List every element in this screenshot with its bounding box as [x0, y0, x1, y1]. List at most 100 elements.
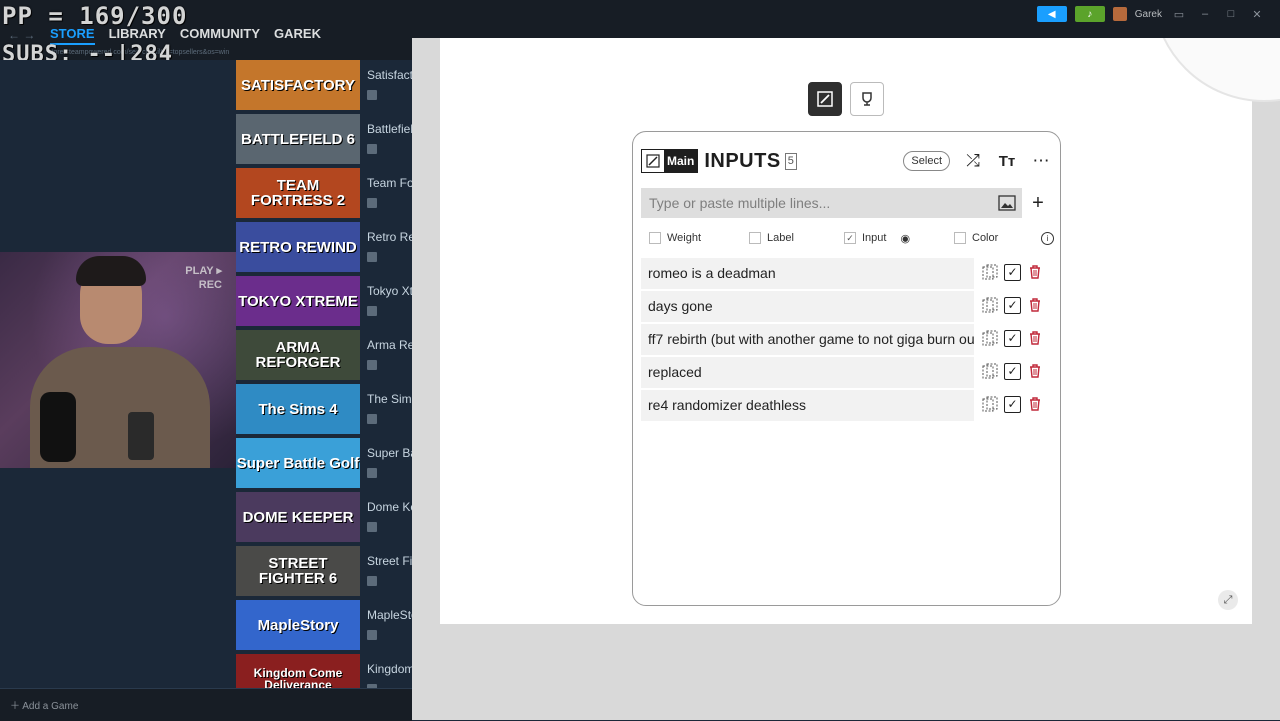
duplicate-icon[interactable]	[981, 395, 999, 413]
color-column-toggle[interactable]: Color	[954, 232, 998, 244]
trash-icon[interactable]	[1026, 263, 1044, 281]
duplicate-icon[interactable]	[981, 296, 999, 314]
eye-icon[interactable]: ◉	[900, 232, 910, 245]
minimize-icon[interactable]: –	[1196, 8, 1214, 20]
color-checkbox[interactable]	[954, 232, 966, 244]
input-checkbox[interactable]: ✓	[844, 232, 856, 244]
input-column-toggle[interactable]: ✓ Input ◉	[844, 232, 954, 245]
close-icon[interactable]: ✕	[1248, 8, 1266, 21]
enable-checkbox[interactable]: ✓	[1004, 263, 1021, 281]
webcam-rec-label: REC	[198, 279, 222, 291]
list-item[interactable]: Kingdom Come Deliverance Kingdom Come	[236, 654, 412, 688]
duplicate-icon[interactable]	[981, 329, 999, 347]
game-art: ARMA REFORGER	[236, 330, 360, 380]
back-forward-icon[interactable]: ← →	[8, 28, 35, 42]
game-name: Arma Reforger	[367, 338, 412, 352]
weight-checkbox[interactable]	[649, 232, 661, 244]
game-name: Kingdom Come	[367, 662, 412, 676]
list-item: re4 randomizer deathless ✓	[641, 390, 1054, 423]
shuffle-icon[interactable]: ⤮	[962, 151, 984, 171]
list-item[interactable]: SATISFACTORY Satisfactory	[236, 60, 412, 114]
game-art: DOME KEEPER	[236, 492, 360, 542]
game-art: TOKYO XTREME	[236, 276, 360, 326]
list-item: replaced ✓	[641, 357, 1054, 390]
enable-checkbox[interactable]: ✓	[1004, 329, 1021, 347]
list-item[interactable]: Super Battle Golf Super Battle Golf	[236, 438, 412, 492]
enable-checkbox[interactable]: ✓	[1004, 296, 1021, 314]
trash-icon[interactable]	[1026, 296, 1044, 314]
windows-icon	[367, 468, 377, 478]
label-column-toggle[interactable]: Label	[749, 232, 844, 244]
entry-list: romeo is a deadman ✓ days gone ✓ ff7 reb…	[641, 258, 1054, 423]
list-item[interactable]: STREET FIGHTER 6 Street Fighter 6	[236, 546, 412, 600]
entry-text[interactable]: days gone	[641, 291, 974, 322]
username[interactable]: Garek	[1135, 9, 1162, 20]
list-item[interactable]: The Sims 4 The Sims 4	[236, 384, 412, 438]
entry-text[interactable]: ff7 rebirth (but with another game to no…	[641, 324, 974, 355]
avatar[interactable]	[1112, 7, 1127, 21]
game-art: BATTLEFIELD 6	[236, 114, 360, 164]
more-options-icon[interactable]: ⋯	[1030, 151, 1052, 171]
label-checkbox[interactable]	[749, 232, 761, 244]
main-tag[interactable]: Main	[641, 149, 699, 173]
duplicate-icon[interactable]	[981, 263, 999, 281]
list-item[interactable]: BATTLEFIELD 6 Battlefield 6	[236, 114, 412, 168]
game-name: Battlefield 6	[367, 122, 412, 136]
cup	[128, 412, 154, 460]
entry-text[interactable]: romeo is a deadman	[641, 258, 974, 289]
game-name: Tokyo Xtreme Racer	[367, 284, 412, 298]
trash-icon[interactable]	[1026, 395, 1044, 413]
title-bar-controls: ◀ ♪ Garek ▭ – □ ✕	[1036, 6, 1266, 22]
entry-actions: ✓	[981, 329, 1044, 347]
webcam-label: PLAY ▸ REC	[185, 264, 222, 292]
game-art: STREET FIGHTER 6	[236, 546, 360, 596]
image-icon[interactable]	[992, 188, 1022, 218]
edit-icon	[817, 91, 833, 107]
list-item[interactable]: RETRO REWIND Retro Rewind	[236, 222, 412, 276]
fullscreen-icon[interactable]: ⤢	[1218, 590, 1238, 610]
game-name: Retro Rewind	[367, 230, 412, 244]
entry-text[interactable]: replaced	[641, 357, 974, 388]
entry-input[interactable]: Type or paste multiple lines...	[641, 195, 992, 211]
text-size-icon[interactable]: Tт	[996, 153, 1018, 170]
input-label: Input	[862, 232, 887, 244]
game-name: The Sims 4	[367, 392, 412, 406]
list-item[interactable]: DOME KEEPER Dome Keeper	[236, 492, 412, 546]
entry-text[interactable]: re4 randomizer deathless	[641, 390, 974, 421]
inputs-panel: Main INPUTS 5 Select ⤮ Tт ⋯ Type or past…	[632, 131, 1061, 606]
list-item[interactable]: TEAM FORTRESS 2 Team Fortress 2	[236, 168, 412, 222]
list-item[interactable]: MapleStory MapleStory	[236, 600, 412, 654]
notification-bell-icon[interactable]: ♪	[1074, 6, 1105, 22]
game-art: Kingdom Come Deliverance	[236, 654, 360, 688]
enable-checkbox[interactable]: ✓	[1004, 395, 1021, 413]
entry-actions: ✓	[981, 362, 1044, 380]
column-toggles: Weight Label ✓ Input ◉ Color i	[641, 226, 1054, 250]
nav-community[interactable]: COMMUNITY	[180, 26, 260, 45]
edit-icon	[642, 150, 664, 172]
inputs-panel-header: Main INPUTS 5 Select ⤮ Tт ⋯	[641, 148, 1052, 174]
select-button[interactable]: Select	[903, 151, 950, 171]
add-entry-button[interactable]: +	[1022, 188, 1054, 218]
trash-icon[interactable]	[1026, 362, 1044, 380]
game-art: MapleStory	[236, 600, 360, 650]
list-item[interactable]: TOKYO XTREME Tokyo Xtreme Racer	[236, 276, 412, 330]
add-game-button[interactable]: ＋ Add a Game	[10, 697, 78, 712]
edit-mode-button[interactable]	[808, 82, 842, 116]
weight-column-toggle[interactable]: Weight	[641, 232, 749, 244]
trash-icon[interactable]	[1026, 329, 1044, 347]
game-art: Super Battle Golf	[236, 438, 360, 488]
game-art: SATISFACTORY	[236, 60, 360, 110]
nav-profile[interactable]: GAREK	[274, 26, 321, 45]
info-icon[interactable]: i	[1041, 231, 1054, 245]
duplicate-icon[interactable]	[981, 362, 999, 380]
maximize-icon[interactable]: □	[1222, 8, 1240, 20]
game-name: Satisfactory	[367, 68, 412, 82]
spin-wheel[interactable]	[1152, 38, 1280, 102]
entry-actions: ✓	[981, 263, 1044, 281]
results-mode-button[interactable]	[850, 82, 884, 116]
game-name: MapleStory	[367, 608, 412, 622]
list-item[interactable]: ARMA REFORGER Arma Reforger	[236, 330, 412, 384]
broadcast-icon[interactable]: ◀	[1036, 6, 1067, 22]
big-picture-icon[interactable]: ▭	[1170, 8, 1188, 21]
enable-checkbox[interactable]: ✓	[1004, 362, 1021, 380]
